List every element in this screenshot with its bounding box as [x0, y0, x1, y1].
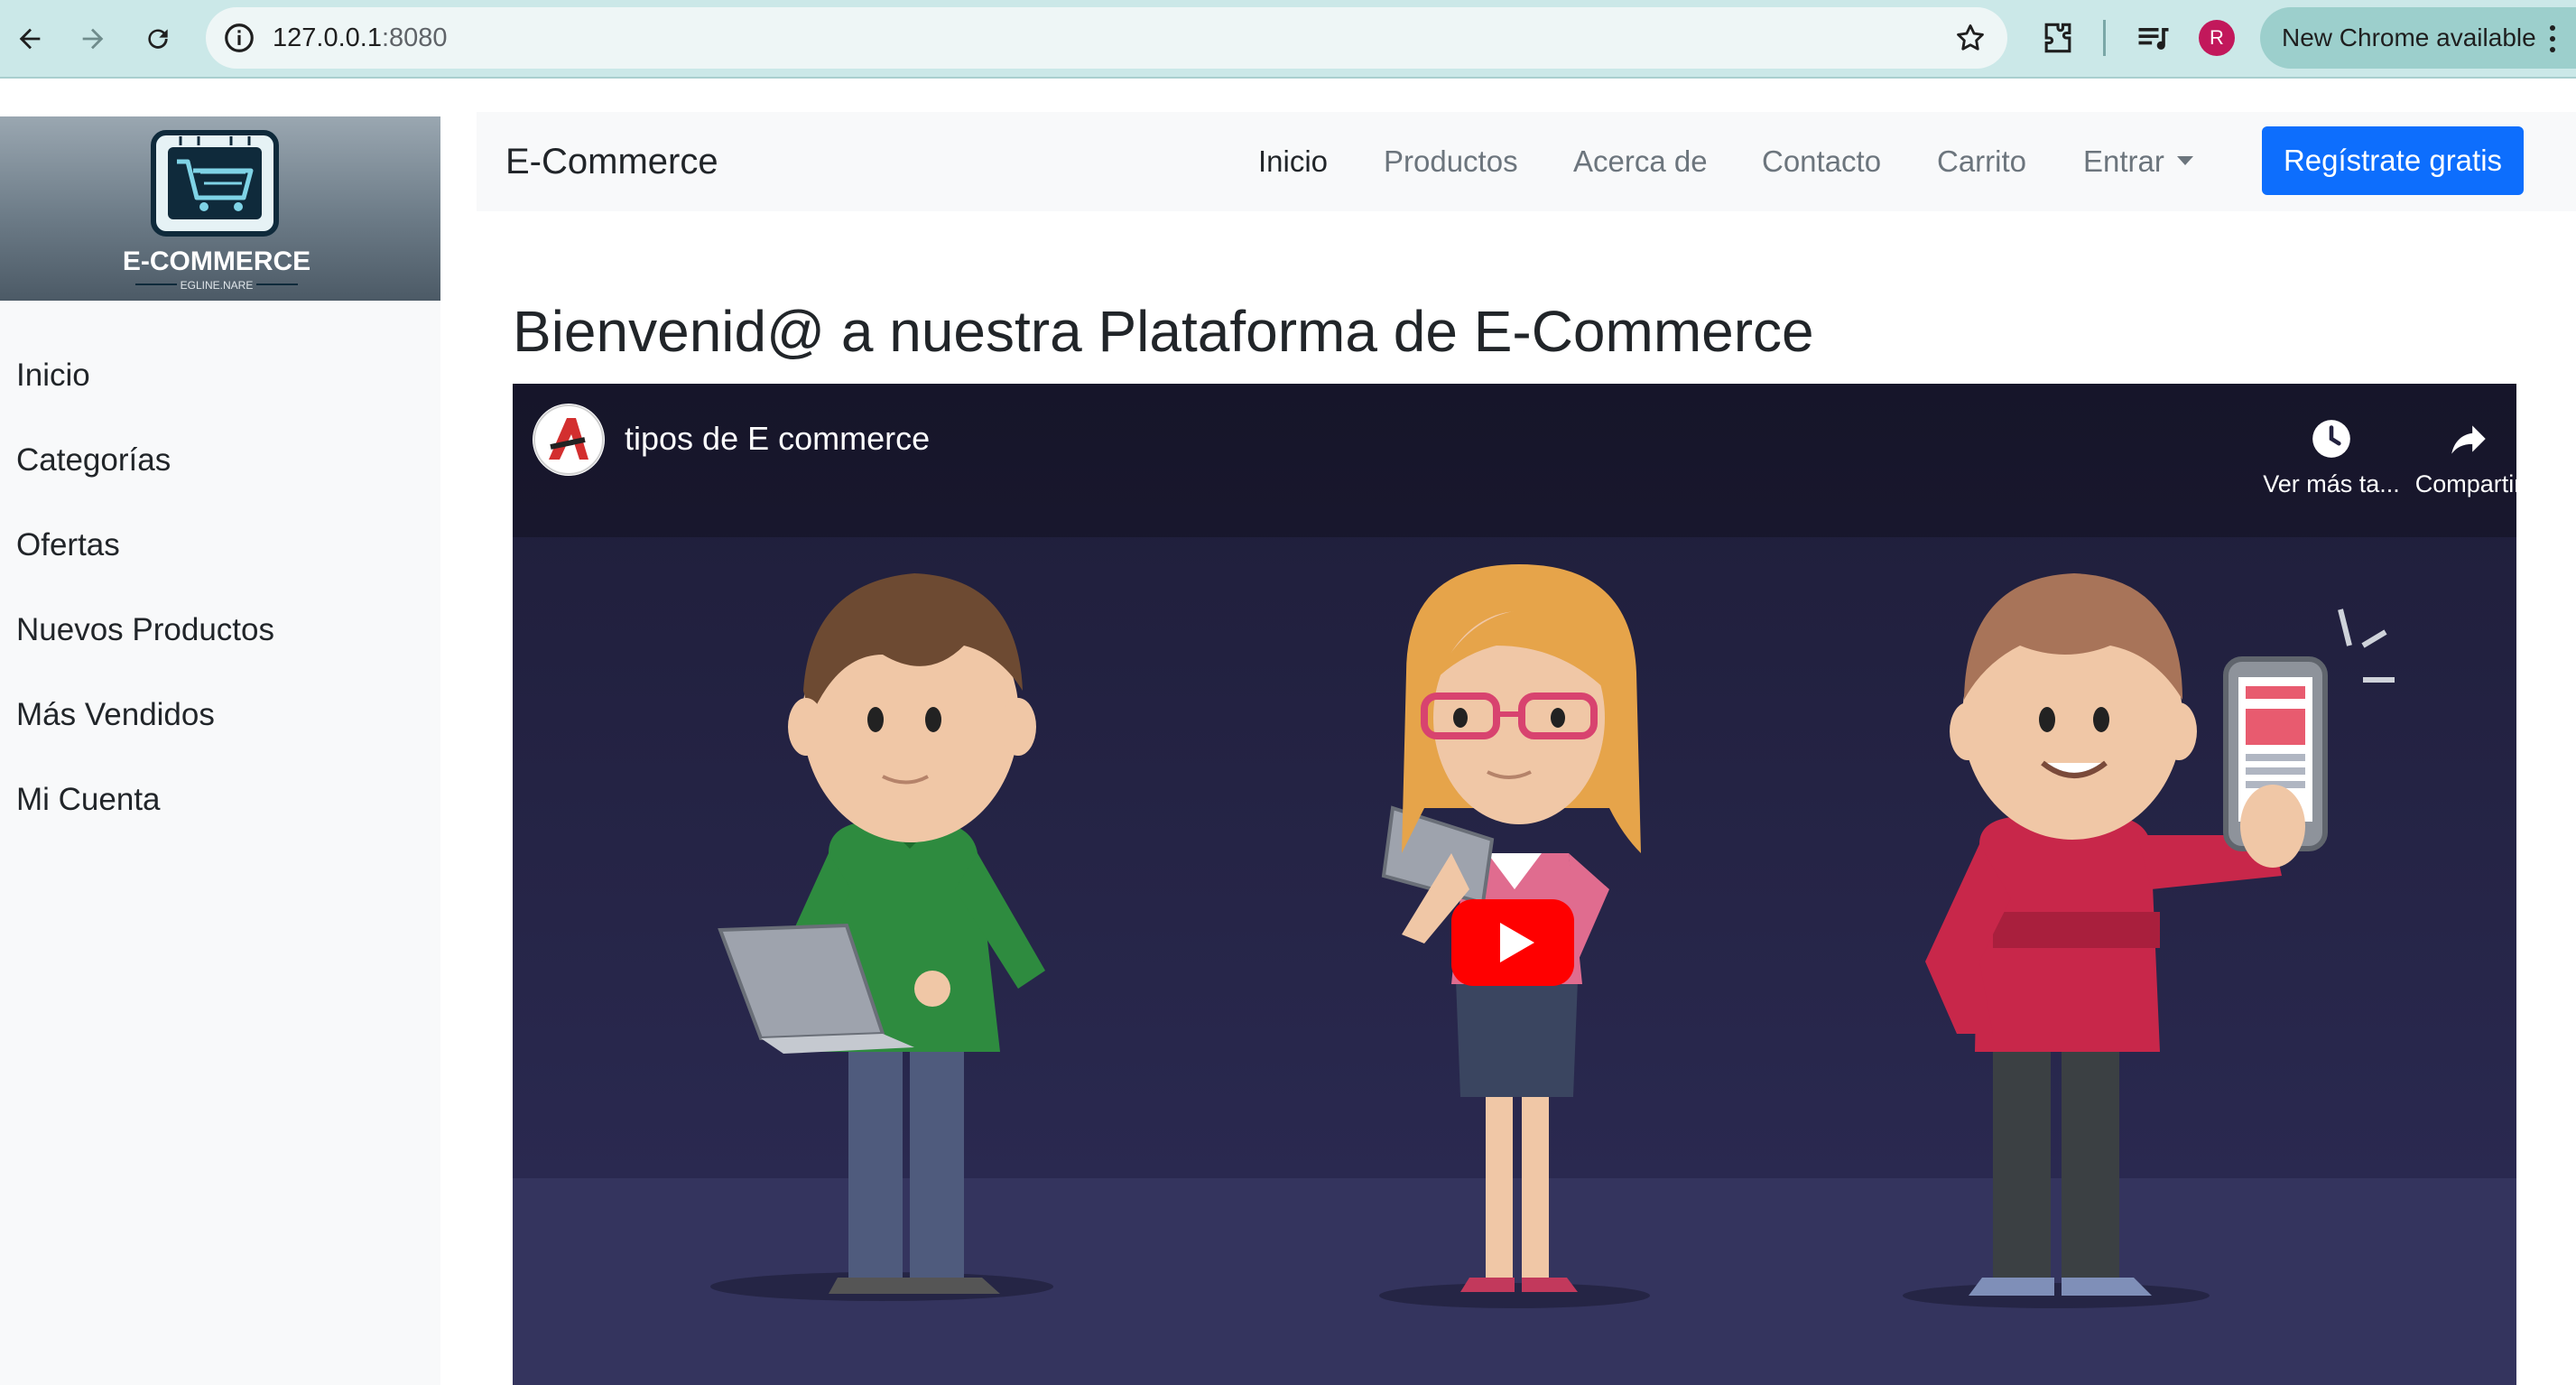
- update-label: New Chrome available: [2282, 23, 2536, 51]
- site-info-icon[interactable]: [222, 21, 256, 55]
- navbar-brand[interactable]: E-Commerce: [505, 112, 718, 211]
- nav-link-productos[interactable]: Productos: [1384, 112, 1518, 211]
- nav-link-inicio[interactable]: Inicio: [1258, 112, 1328, 211]
- url-text[interactable]: 127.0.0.1:8080: [273, 7, 448, 69]
- url-port: :8080: [381, 23, 448, 52]
- toolbar-divider: [2103, 20, 2106, 56]
- share-button[interactable]: Compartir: [2392, 400, 2516, 499]
- browser-toolbar: 127.0.0.1:8080 R New Chrome available: [0, 0, 2576, 79]
- address-bar[interactable]: 127.0.0.1:8080: [206, 7, 2007, 69]
- signup-button[interactable]: Regístrate gratis: [2262, 126, 2524, 195]
- chevron-down-icon: [2176, 156, 2193, 166]
- bookmark-star-icon[interactable]: [1953, 21, 1988, 55]
- share-label: Compartir: [2414, 470, 2516, 497]
- youtube-video-embed[interactable]: tipos de E commerce Ver más ta... Compar…: [513, 384, 2516, 1385]
- play-icon: [1451, 899, 1574, 986]
- sidebar-item-categorias[interactable]: Categorías: [16, 442, 274, 527]
- watch-later-label: Ver más ta...: [2263, 470, 2400, 497]
- channel-avatar[interactable]: [533, 404, 605, 476]
- nav-link-contacto[interactable]: Contacto: [1762, 112, 1881, 211]
- profile-avatar[interactable]: R: [2199, 20, 2235, 56]
- sidebar-item-inicio[interactable]: Inicio: [16, 358, 274, 442]
- nav-link-acerca-de[interactable]: Acerca de: [1573, 112, 1708, 211]
- clock-icon: [2312, 420, 2350, 458]
- more-menu-icon[interactable]: [2547, 23, 2558, 54]
- video-title[interactable]: tipos de E commerce: [625, 420, 930, 458]
- nav-link-carrito[interactable]: Carrito: [1937, 112, 2026, 211]
- sidebar: E-COMMERCE EGLINE.NARE Inicio Categorías…: [0, 116, 440, 1385]
- sidebar-item-mas-vendidos[interactable]: Más Vendidos: [16, 697, 274, 782]
- sidebar-item-ofertas[interactable]: Ofertas: [16, 527, 274, 612]
- sidebar-menu: Inicio Categorías Ofertas Nuevos Product…: [16, 358, 274, 867]
- nav-dropdown-entrar[interactable]: Entrar: [2083, 112, 2193, 211]
- page-title: Bienvenid@ a nuestra Plataforma de E-Com…: [513, 299, 1814, 364]
- sidebar-item-mi-cuenta[interactable]: Mi Cuenta: [16, 782, 274, 867]
- logo-text: E-COMMERCE: [123, 246, 310, 276]
- back-arrow-icon[interactable]: [7, 16, 52, 61]
- play-button[interactable]: [1451, 899, 1574, 986]
- site-logo[interactable]: E-COMMERCE EGLINE.NARE: [0, 116, 440, 301]
- nav-dropdown-entrar-label: Entrar: [2083, 144, 2164, 178]
- sidebar-item-nuevos-productos[interactable]: Nuevos Productos: [16, 612, 274, 697]
- extensions-icon[interactable]: [2038, 18, 2078, 58]
- video-thumbnail: [513, 384, 2516, 1385]
- media-controls-icon[interactable]: [2134, 18, 2173, 58]
- url-host: 127.0.0.1: [273, 23, 382, 52]
- logo-subtext: EGLINE.NARE: [181, 279, 254, 292]
- reload-icon[interactable]: [135, 16, 181, 61]
- new-chrome-available-button[interactable]: New Chrome available: [2260, 7, 2576, 69]
- watch-later-button[interactable]: Ver más ta...: [2255, 400, 2408, 499]
- share-arrow-icon: [2451, 425, 2486, 454]
- forward-arrow-icon[interactable]: [70, 16, 116, 61]
